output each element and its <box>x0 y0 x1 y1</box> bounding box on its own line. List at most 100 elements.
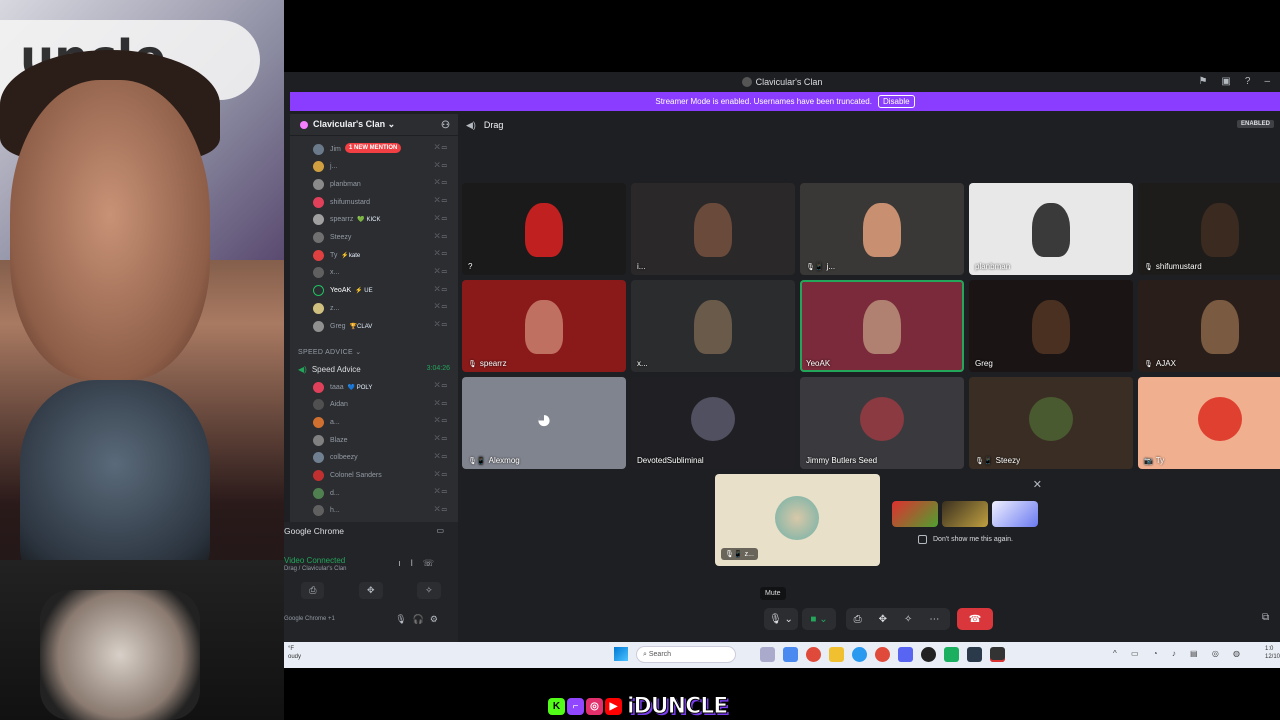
folder-icon[interactable] <box>829 647 844 662</box>
participant-tile[interactable]: 🎙 shifumustard <box>1138 183 1280 275</box>
activities-icon[interactable]: ✥ <box>879 614 904 625</box>
speaker-icon: ◀) <box>298 364 307 374</box>
voice-user[interactable]: Steezy ⛌ ▭ <box>313 230 453 246</box>
mic-icon[interactable]: 🎙 <box>395 614 412 624</box>
user-avatar <box>313 178 324 190</box>
participant-tile[interactable]: x... <box>631 280 795 372</box>
user-avatar <box>313 196 324 208</box>
participant-tile[interactable]: 📷 Ty <box>1138 377 1280 469</box>
activity-thumb-2[interactable] <box>942 501 988 527</box>
taskbar-search[interactable]: ⌕ Search <box>636 646 736 663</box>
minimize-icon[interactable]: – <box>1264 76 1270 87</box>
voice-user[interactable]: Ty ⚡kate ⛌ ▭ <box>313 247 453 263</box>
app-icon[interactable] <box>760 647 775 662</box>
more-icon[interactable]: ⋯ <box>929 614 956 625</box>
weather-widget[interactable]: °F oudy <box>288 645 301 661</box>
voice-channel-speed-advice[interactable]: ◀) Speed Advice 3:04:26 <box>298 362 450 376</box>
participant-tile[interactable]: planbman <box>969 183 1133 275</box>
system-tray[interactable]: ^ ▭ ◔ ♪ ▤ ◎ ◍ <box>1113 649 1246 658</box>
user-avatar <box>313 505 324 517</box>
activity-thumb-3[interactable] <box>992 501 1038 527</box>
camera-button[interactable]: ■ ⌄ <box>802 608 836 630</box>
user-name: a... <box>330 418 340 426</box>
leave-call-button[interactable]: ☎ <box>957 608 993 630</box>
participant-name: 🎙📱 Steezy <box>975 456 1021 465</box>
voice-user[interactable]: d... ⛌ ▭ <box>313 485 453 501</box>
connection-path[interactable]: Drag / Clavicular's Clan <box>284 566 347 572</box>
voice-user[interactable]: h... ⛌ ▭ <box>313 503 453 519</box>
voice-user[interactable]: YeoAK ⚡ UE ⛌ ▭ <box>313 283 453 299</box>
dont-show-checkbox[interactable] <box>918 535 927 544</box>
app-icon[interactable] <box>944 647 959 662</box>
user-name: YeoAK <box>330 287 352 295</box>
participant-tile[interactable]: Greg <box>969 280 1133 372</box>
chrome-icon[interactable] <box>806 647 821 662</box>
app-icon[interactable] <box>921 647 936 662</box>
participant-tile[interactable]: 🎙📱 j... <box>800 183 964 275</box>
participant-name: 🎙📱 Alexmog <box>468 456 520 465</box>
camera-toggle-icon[interactable]: ⎙ <box>301 582 325 599</box>
voice-user[interactable]: a... ⛌ ▭ <box>313 414 453 430</box>
video-camera-icon: ■ <box>810 613 817 625</box>
server-header[interactable]: Clavicular's Clan ⌄ ⚇ <box>290 114 458 136</box>
user-avatar <box>313 267 324 279</box>
headphones-icon[interactable]: 🎧 <box>413 614 430 624</box>
add-member-icon[interactable]: ⚇ <box>441 120 450 131</box>
inbox-icon[interactable]: ⚑ <box>1198 76 1207 87</box>
participant-tile[interactable]: ◕ 🎙📱 Alexmog <box>462 377 626 469</box>
user-name: planbman <box>330 180 361 188</box>
voice-user[interactable]: Greg 🏆CLAV ⛌ ▭ <box>313 318 453 334</box>
signal-icon[interactable]: ıl <box>398 558 423 568</box>
participant-tile[interactable]: YeoAK <box>800 280 964 372</box>
mute-button[interactable]: 🎙 ⌄ <box>764 608 798 630</box>
screen-icon[interactable]: ▣ <box>1221 76 1230 87</box>
user-settings-icon[interactable]: ⚙ <box>430 614 444 624</box>
kick-icon: K <box>548 698 565 715</box>
voice-user[interactable]: z... ⛌ ▭ <box>313 300 453 316</box>
disconnect-icon[interactable]: ☏ <box>423 558 444 568</box>
voice-user[interactable]: Blaze ⛌ ▭ <box>313 432 453 448</box>
stream-settings-icon[interactable]: ▭ <box>436 526 444 535</box>
edge-icon[interactable] <box>852 647 867 662</box>
participant-tile[interactable]: i... <box>631 183 795 275</box>
participant-tile[interactable]: 🎙 AJAX <box>1138 280 1280 372</box>
app-icon[interactable] <box>990 647 1005 662</box>
discord-icon[interactable] <box>898 647 913 662</box>
voice-user[interactable]: Aidan ⛌ ▭ <box>313 397 453 413</box>
participant-tile[interactable]: 🎙📱 Steezy <box>969 377 1133 469</box>
windows-start-icon[interactable] <box>614 647 628 661</box>
app-icon[interactable] <box>783 647 798 662</box>
voice-user[interactable]: planbman ⛌ ▭ <box>313 176 453 192</box>
voice-user[interactable]: taaa 💙 POLY ⛌ ▭ <box>313 379 453 395</box>
popout-icon[interactable]: ⧉ <box>1262 612 1269 623</box>
screenshare-icon[interactable]: ⎙ <box>854 614 879 625</box>
voice-user[interactable]: colbeezy ⛌ ▭ <box>313 450 453 466</box>
browser-icon[interactable] <box>875 647 890 662</box>
user-avatar <box>313 487 324 499</box>
participant-tile[interactable]: ? <box>462 183 626 275</box>
voice-user[interactable]: Colonel Sanders ⛌ ▭ <box>313 468 453 484</box>
category-speed-advice[interactable]: SPEED ADVICE ⌄ <box>298 348 361 356</box>
activity-icon[interactable]: ✥ <box>359 582 383 599</box>
participant-tile[interactable]: 🎙 spearrz <box>462 280 626 372</box>
disable-button[interactable]: Disable <box>877 95 915 108</box>
voice-user[interactable]: spearrz 💚 KICK ⛌ ▭ <box>313 212 453 228</box>
participant-tile[interactable]: DevotedSubliminal <box>631 377 795 469</box>
discord-logo-icon: ◕ <box>536 404 552 434</box>
close-icon[interactable]: ✕ <box>1033 478 1042 491</box>
webcam-face <box>10 80 210 380</box>
taskbar-apps <box>760 647 1005 662</box>
help-icon[interactable]: ? <box>1245 76 1251 87</box>
voice-user[interactable]: shifumustard ⛌ ▭ <box>313 194 453 210</box>
participant-video <box>525 203 563 258</box>
voice-user[interactable]: x... ⛌ ▭ <box>313 265 453 281</box>
new-mention-badge[interactable]: 1 NEW MENTION <box>345 143 402 153</box>
obs-icon[interactable] <box>967 647 982 662</box>
taskbar-clock[interactable]: 1:0 12/10 <box>1265 645 1280 661</box>
voice-user[interactable]: j... ⛌ ▭ <box>313 159 453 175</box>
focused-stream-tile[interactable]: 🎙📱 z... <box>715 474 880 566</box>
activity-thumb-1[interactable] <box>892 501 938 527</box>
participant-tile[interactable]: Jimmy Butlers Seed <box>800 377 964 469</box>
soundboard-icon[interactable]: ✧ <box>417 582 441 599</box>
soundboard-icon[interactable]: ✧ <box>904 614 929 625</box>
